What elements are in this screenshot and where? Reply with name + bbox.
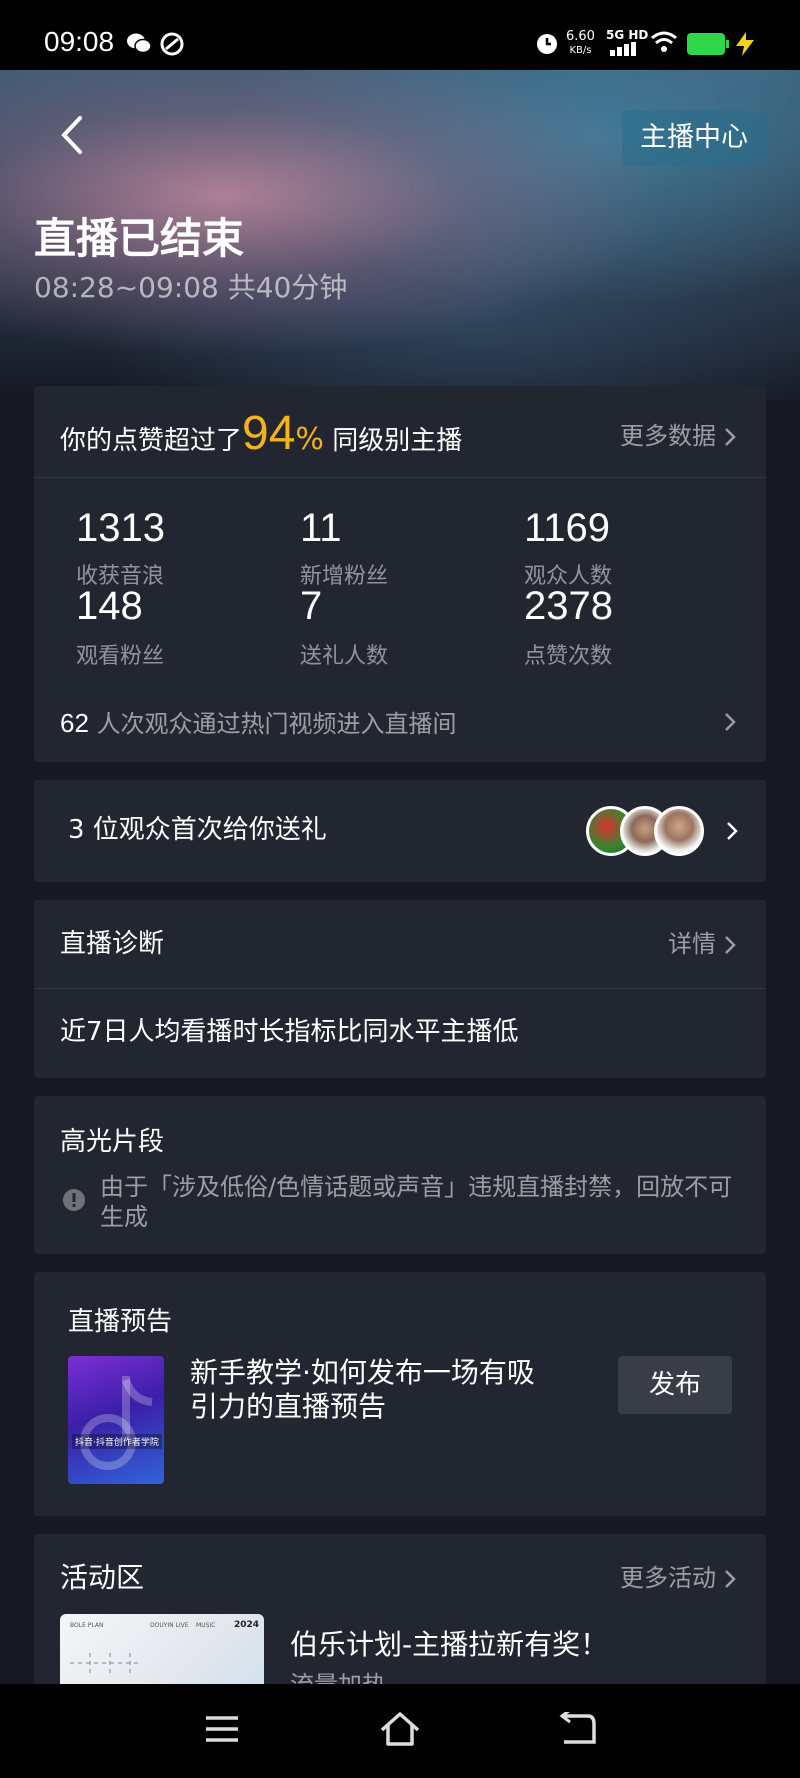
likes-rank-text: 你的点赞超过了94% 同级别主播 [60, 407, 463, 460]
more-data-link[interactable]: 更多数据 [620, 416, 716, 456]
live-preview-card: 直播预告 抖音·抖音创作者学院 新手教学·如何发布一场有吸引力的直播预告 发布 [34, 1272, 766, 1516]
net-speed: 6.60 KB/s [566, 29, 595, 56]
publish-button[interactable]: 发布 [618, 1356, 732, 1414]
home-icon[interactable] [378, 1710, 422, 1748]
status-time: 09:08 [44, 26, 115, 57]
chevron-right-icon[interactable] [724, 935, 736, 955]
live-time-range: 08:28~09:08 共40分钟 [34, 271, 348, 304]
more-activities-link[interactable]: 更多活动 [620, 1558, 716, 1598]
first-gift-card[interactable]: 3 位观众首次给你送礼 [34, 780, 766, 882]
wechat-icon [127, 33, 152, 54]
chevron-right-icon[interactable] [724, 1569, 736, 1589]
activity-title: 活动区 [60, 1561, 145, 1594]
likes-percent: 94 [242, 407, 296, 460]
status-bar: 09:08 6.60 KB/s 5G HD [0, 0, 800, 70]
hot-video-entry-row[interactable]: 62 人次观众通过热门视频进入直播间 [60, 704, 750, 744]
diagnosis-card: 直播诊断 详情 近7日人均看播时长指标比同水平主播低 [34, 900, 766, 1078]
tutorial-thumbnail[interactable]: 抖音·抖音创作者学院 [68, 1356, 164, 1484]
highlight-card: 高光片段 由于「涉及低俗/色情话题或声音」违规直播封禁，回放不可生成 [34, 1096, 766, 1254]
alarm-icon [537, 34, 557, 54]
preview-title: 直播预告 [68, 1307, 173, 1337]
charging-icon [736, 32, 754, 56]
tutorial-title[interactable]: 新手教学·如何发布一场有吸引力的直播预告 [190, 1356, 560, 1424]
activity-item-title[interactable]: 伯乐计划-主播拉新有奖！ [290, 1626, 608, 1664]
page-title: 直播已结束 [34, 214, 245, 263]
wifi-icon [651, 31, 677, 52]
battery-icon [687, 33, 729, 55]
chevron-right-icon[interactable] [724, 427, 736, 447]
anchor-center-button[interactable]: 主播中心 [622, 110, 766, 166]
stats-card: 你的点赞超过了94% 同级别主播 更多数据 1313 收获音浪 11 新增粉丝 … [34, 386, 766, 762]
app-notification-icon [160, 32, 184, 56]
detail-link[interactable]: 详情 [668, 924, 716, 964]
system-nav-bar [0, 1684, 800, 1778]
highlight-title: 高光片段 [60, 1127, 165, 1157]
back-nav-icon[interactable] [558, 1712, 598, 1746]
decorative-lines-icon [70, 1653, 140, 1673]
first-gift-text: 3 位观众首次给你送礼 [68, 815, 327, 845]
highlight-notice: 由于「涉及低俗/色情话题或声音」违规直播封禁，回放不可生成 [100, 1173, 733, 1231]
chevron-right-icon[interactable] [726, 821, 738, 841]
signal-icon [610, 42, 636, 56]
tiktok-logo-icon [80, 1376, 153, 1470]
menu-icon[interactable] [204, 1714, 240, 1744]
warning-icon [63, 1189, 85, 1211]
avatar [654, 806, 704, 856]
diagnosis-title: 直播诊断 [60, 929, 165, 959]
network-type: 5G HD [606, 28, 649, 42]
chevron-right-icon[interactable] [724, 712, 736, 732]
diagnosis-message: 近7日人均看播时长指标比同水平主播低 [60, 1017, 519, 1047]
back-icon[interactable] [52, 110, 92, 160]
